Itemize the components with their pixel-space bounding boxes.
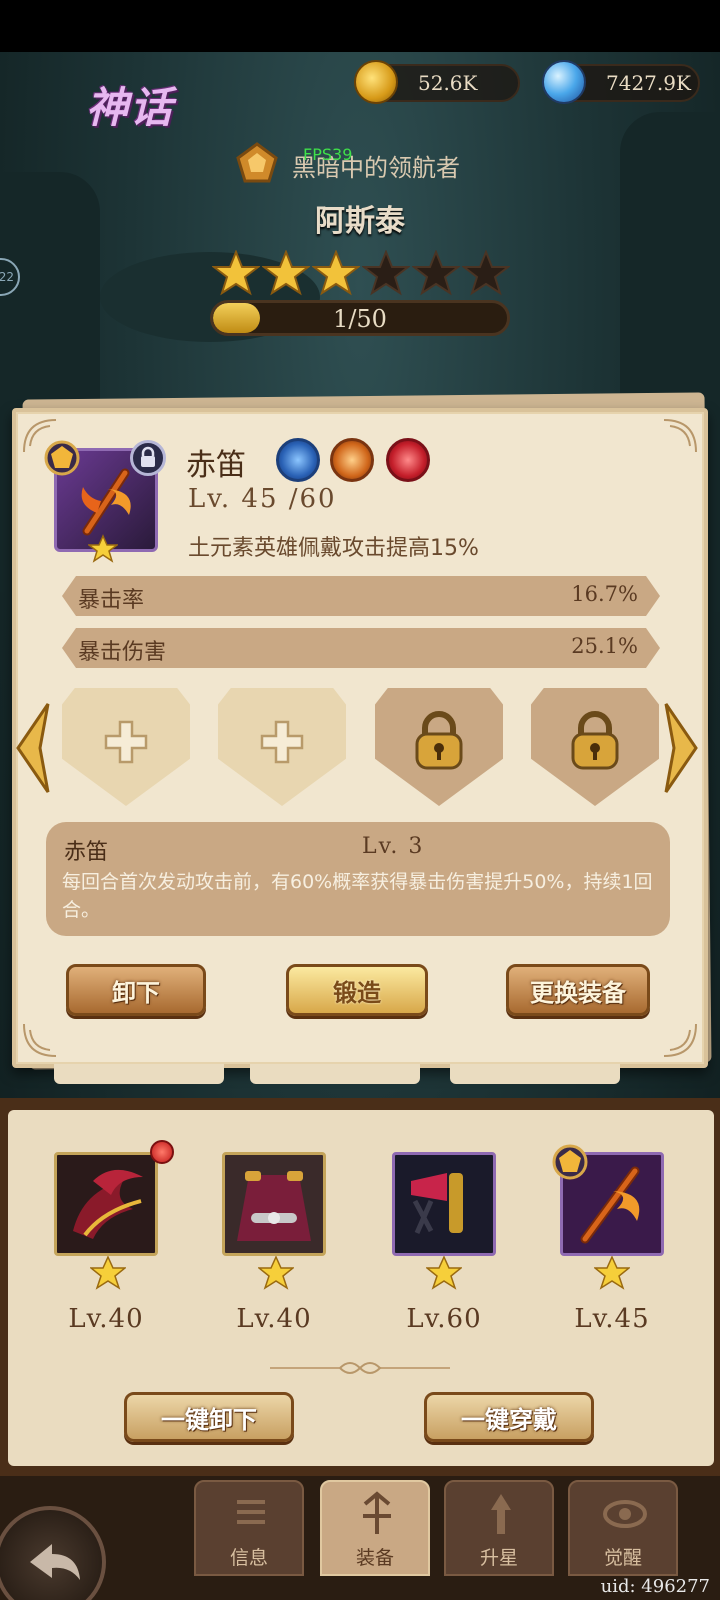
hero-name: 阿斯泰 <box>315 204 405 239</box>
equipment-level: Lv.60 <box>406 1304 482 1334</box>
tab-label: 信息 <box>229 1547 268 1569</box>
tab-equipment[interactable]: 装备 <box>320 1480 430 1576</box>
star-empty-icon <box>462 250 510 296</box>
equip-all-button[interactable]: 一键穿戴 <box>424 1392 594 1442</box>
skill-description: 每回合首次发动攻击前，有60%概率获得暴击伤害提升50%，持续1回合。 <box>62 871 653 921</box>
corner-ornament-icon <box>23 1023 57 1057</box>
equipment-icon <box>363 1491 391 1534</box>
armor-icon <box>237 1171 311 1241</box>
game-screen: 神话 52.6K 7427.9K 黑暗中的领航者 FPS39 阿斯泰 1/50 … <box>0 0 720 1600</box>
stat-row: 暴击率 16.7% <box>62 576 660 616</box>
item-level: Lv. 45 /60 <box>188 484 337 514</box>
tab-upgrade[interactable]: 升星 <box>444 1480 554 1576</box>
exp-bar: 1/50 <box>210 300 510 336</box>
equipment-slot-armor[interactable] <box>222 1152 326 1256</box>
back-arrow-icon <box>30 1544 80 1580</box>
coin-icon <box>354 60 398 104</box>
equipment-star-icon <box>594 1256 630 1290</box>
corner-ornament-icon <box>663 1023 697 1057</box>
divider-ornament-icon <box>270 1362 450 1374</box>
unequip-button[interactable]: 卸下 <box>66 964 206 1016</box>
replace-equipment-button[interactable]: 更换装备 <box>506 964 650 1016</box>
orb-amount: 7427.9K <box>606 71 691 95</box>
equipment-level: Lv.40 <box>68 1304 144 1334</box>
stat-label: 暴击率 <box>78 588 145 613</box>
item-star-icon <box>88 534 118 563</box>
red-gem-icon[interactable] <box>386 438 430 482</box>
unequip-all-button[interactable]: 一键卸下 <box>124 1392 294 1442</box>
quality-badge-icon <box>44 440 80 476</box>
tab-label: 装备 <box>355 1547 394 1569</box>
rarity-label: 神话 <box>86 83 175 132</box>
item-name: 赤笛 <box>186 448 246 483</box>
upgrade-icon <box>491 1494 511 1534</box>
orange-gem-icon[interactable] <box>330 438 374 482</box>
card-edge <box>250 1064 420 1084</box>
tab-label: 觉醒 <box>603 1547 642 1569</box>
star-empty-icon <box>362 250 410 296</box>
equipment-star-icon <box>426 1256 462 1290</box>
tab-awaken[interactable]: 觉醒 <box>568 1480 678 1576</box>
star-filled-icon <box>262 250 310 296</box>
alert-dot <box>150 1140 174 1164</box>
stat-row: 暴击伤害 25.1% <box>62 628 660 668</box>
equipment-slot-helmet[interactable] <box>54 1152 158 1256</box>
plus-icon <box>260 720 304 764</box>
star-rating <box>212 250 510 296</box>
equipment-level: Lv.45 <box>574 1304 650 1334</box>
item-bonus: 土元素英雄佩戴攻击提高15% <box>188 536 479 561</box>
accessory-icon <box>411 1173 463 1235</box>
equipment-star-icon <box>90 1256 126 1290</box>
info-icon <box>237 1500 265 1524</box>
card-edge <box>450 1064 620 1084</box>
arrow-left-icon[interactable] <box>14 700 54 796</box>
blue-gem-icon[interactable] <box>276 438 320 482</box>
tab-info[interactable]: 信息 <box>194 1480 304 1576</box>
padlock-icon <box>571 711 619 770</box>
star-filled-icon <box>312 250 360 296</box>
skill-level: Lv. 3 <box>362 834 425 859</box>
orb-icon <box>542 60 586 104</box>
status-bar <box>0 0 720 52</box>
skill-name: 赤笛 <box>64 840 109 865</box>
quality-badge-icon <box>552 1144 588 1180</box>
equipment-level: Lv.40 <box>236 1304 312 1334</box>
corner-ornament-icon <box>663 419 697 453</box>
stat-value: 16.7% <box>571 582 638 606</box>
awaken-icon <box>603 1500 647 1528</box>
helmet-icon <box>73 1169 143 1239</box>
exp-text: 1/50 <box>333 305 387 333</box>
gold-amount: 52.6K <box>418 71 478 95</box>
arrow-right-icon[interactable] <box>660 700 700 796</box>
equipment-star-icon <box>258 1256 294 1290</box>
star-filled-icon <box>212 250 260 296</box>
orb-counter[interactable]: 7427.9K <box>542 60 700 104</box>
stat-label: 暴击伤害 <box>78 640 167 665</box>
element-badge-icon <box>236 142 278 183</box>
stat-value: 25.1% <box>571 634 638 658</box>
tab-label: 升星 <box>479 1547 518 1569</box>
equipment-slot-accessory[interactable] <box>392 1152 496 1256</box>
lock-toggle[interactable] <box>130 440 166 476</box>
lock-icon <box>141 446 155 467</box>
gold-counter[interactable]: 52.6K <box>354 60 520 104</box>
fps-overlay: FPS39 <box>303 145 353 164</box>
padlock-icon <box>415 711 463 770</box>
card-edge <box>54 1064 224 1084</box>
forge-button[interactable]: 锻造 <box>286 964 428 1016</box>
user-id: uid: 496277 <box>600 1576 710 1597</box>
plus-icon <box>104 720 148 764</box>
star-empty-icon <box>412 250 460 296</box>
